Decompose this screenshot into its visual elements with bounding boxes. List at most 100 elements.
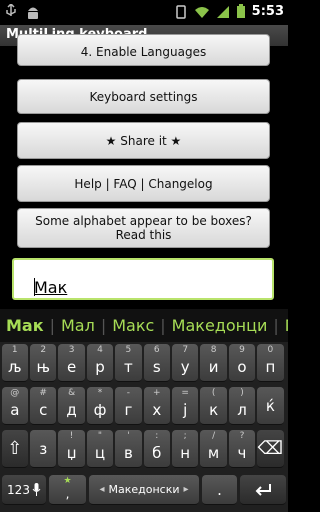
key-label: к xyxy=(209,400,219,419)
key-hint: + xyxy=(153,388,161,398)
key-label: њ xyxy=(36,357,50,376)
star-key-hint: ★ xyxy=(63,476,72,486)
key-hint: / xyxy=(212,431,216,441)
boxes-help-button[interactable]: Some alphabet appear to be boxes? Read t… xyxy=(17,208,270,248)
key-label: а xyxy=(10,400,20,419)
key-label: ѕ xyxy=(152,357,161,376)
key-letter[interactable]: ; н xyxy=(171,430,199,468)
numbers-key[interactable]: 123 xyxy=(2,475,46,505)
key-hint: = xyxy=(181,388,189,398)
settings-content: 4. Enable Languages Keyboard settings ★ … xyxy=(0,34,288,309)
signal-icon xyxy=(216,5,229,18)
suggestion-item[interactable]: Маке xyxy=(279,316,288,335)
key-hint: @ xyxy=(10,388,20,398)
key-hint: 8 xyxy=(210,345,217,355)
key-label: з xyxy=(39,439,48,458)
key-letter[interactable]: / м xyxy=(200,430,227,468)
suggestion-item[interactable]: Македонци xyxy=(166,316,274,335)
suggestion-item[interactable]: Макс xyxy=(106,316,160,335)
vibrate-icon xyxy=(175,4,186,19)
boxes-help-line2: Read this xyxy=(115,228,172,242)
key-hint: 4 xyxy=(97,345,103,355)
key-label: ч xyxy=(237,443,247,462)
key-letter[interactable]: + х xyxy=(143,387,171,425)
key-letter[interactable]: & д xyxy=(58,387,85,425)
space-key-label: Македонски xyxy=(108,483,180,496)
key-letter[interactable]: 2њ xyxy=(29,344,57,382)
key-letter[interactable]: 7у xyxy=(171,344,199,382)
key-letter[interactable]: 8и xyxy=(200,344,227,382)
help-label: Help | FAQ | Changelog xyxy=(74,176,213,191)
key-hint: & xyxy=(68,388,76,398)
language-next-icon: ▸ xyxy=(183,484,189,495)
key-label: о xyxy=(237,357,247,376)
key-letter[interactable]: 4р xyxy=(86,344,114,382)
key-hint: : xyxy=(155,431,159,441)
key-backspace[interactable]: ⌫ xyxy=(257,430,284,468)
numbers-key-label: 123 xyxy=(7,482,30,497)
key-letter[interactable]: # с xyxy=(29,387,57,425)
key-label: и xyxy=(208,357,219,376)
text-input[interactable]: Мак xyxy=(12,258,274,300)
key-letter[interactable]: 1љ xyxy=(1,344,29,382)
key-hint: 1 xyxy=(11,345,18,355)
key-label: т xyxy=(124,357,133,376)
key-hint: ; xyxy=(183,431,187,441)
key-letter[interactable]: 3е xyxy=(58,344,85,382)
enable-languages-button[interactable]: 4. Enable Languages xyxy=(17,34,270,66)
language-prev-icon: ◂ xyxy=(99,484,105,495)
share-button[interactable]: ★ Share it ★ xyxy=(17,122,270,159)
key-letter[interactable]: " ц xyxy=(86,430,114,468)
comma-label: , xyxy=(65,486,70,501)
key-letter[interactable]: 6ѕ xyxy=(143,344,171,382)
key-label: ф xyxy=(93,400,107,419)
key-letter[interactable]: з xyxy=(29,430,57,468)
status-bar: 5:53 xyxy=(0,0,288,25)
key-letter[interactable]: 9о xyxy=(228,344,256,382)
key-hint: 7 xyxy=(182,345,189,355)
space-key[interactable]: ◂ Македонски ▸ xyxy=(89,475,199,505)
help-faq-changelog-button[interactable]: Help | FAQ | Changelog xyxy=(17,165,270,202)
key-letter[interactable]: * ф xyxy=(86,387,114,425)
key-letter[interactable]: -г xyxy=(115,387,142,425)
key-hint: ' xyxy=(127,431,130,441)
keyboard-settings-button[interactable]: Keyboard settings xyxy=(17,79,270,114)
suggestion-item[interactable]: Мал xyxy=(55,316,101,335)
key-letter[interactable]: ! џ xyxy=(58,430,85,468)
key-letter[interactable]: (к xyxy=(200,387,227,425)
key-letter[interactable]: ? ч xyxy=(228,430,256,468)
key-label: ⌫ xyxy=(257,438,284,459)
key-letter[interactable]: ' в xyxy=(115,430,142,468)
key-label: м xyxy=(207,443,220,462)
suggestion-item[interactable]: Мак xyxy=(0,316,50,335)
enable-languages-label: 4. Enable Languages xyxy=(80,45,207,59)
key-letter[interactable]: ќ xyxy=(257,387,284,425)
key-hint: 9 xyxy=(239,345,245,355)
key-label: ц xyxy=(94,443,106,462)
input-text: Мак xyxy=(34,278,68,297)
key-shift[interactable]: ⇧ xyxy=(1,430,29,468)
key-hint: 6 xyxy=(153,345,160,355)
key-hint: " xyxy=(97,431,103,441)
notification-icons xyxy=(4,4,40,20)
key-letter[interactable]: = ј xyxy=(171,387,199,425)
key-letter[interactable]: @ а xyxy=(1,387,29,425)
key-hint: 3 xyxy=(68,345,75,355)
key-letter[interactable]: :б xyxy=(143,430,171,468)
text-cursor xyxy=(34,278,35,296)
period-key-label: . xyxy=(217,480,222,499)
key-label: с xyxy=(39,400,48,419)
battery-icon xyxy=(236,4,245,18)
key-letter[interactable]: 0п xyxy=(257,344,284,382)
key-label: ќ xyxy=(265,396,275,415)
key-hint: ) xyxy=(240,388,244,398)
key-hint: - xyxy=(126,388,131,398)
boxes-help-line1: Some alphabet appear to be boxes? xyxy=(35,214,252,228)
period-key[interactable]: . xyxy=(202,475,237,505)
key-hint: 5 xyxy=(125,345,132,355)
emoji-star-key[interactable]: ★ , xyxy=(49,475,86,505)
key-letter[interactable]: ) л xyxy=(228,387,256,425)
key-letter[interactable]: 5т xyxy=(115,344,142,382)
enter-key[interactable] xyxy=(240,475,286,505)
keyboard-settings-label: Keyboard settings xyxy=(89,89,198,104)
